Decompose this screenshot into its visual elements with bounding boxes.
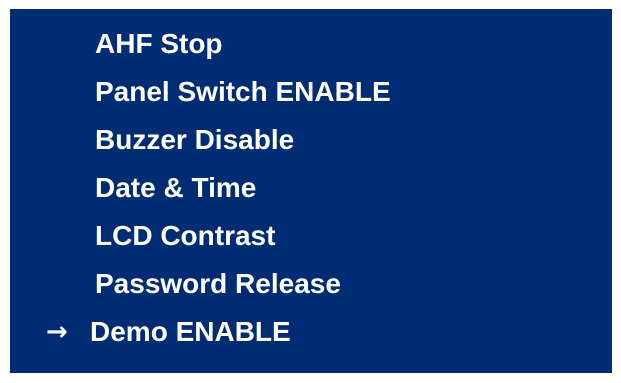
- menu-item-password-release[interactable]: Password Release: [10, 263, 612, 311]
- menu-item-label: Panel Switch ENABLE: [95, 76, 391, 107]
- lcd-menu-panel: AHF Stop Panel Switch ENABLE Buzzer Disa…: [10, 9, 612, 373]
- menu-item-lcd-contrast[interactable]: LCD Contrast: [10, 215, 612, 263]
- menu-item-panel-switch[interactable]: Panel Switch ENABLE: [10, 71, 612, 119]
- menu-item-label: AHF Stop: [95, 28, 223, 59]
- menu-item-ahf-stop[interactable]: AHF Stop: [10, 23, 612, 71]
- arrow-right-icon: →: [46, 317, 68, 347]
- menu-item-buzzer[interactable]: Buzzer Disable: [10, 119, 612, 167]
- menu-item-label: Password Release: [95, 268, 341, 299]
- menu-item-label: LCD Contrast: [95, 220, 276, 251]
- menu-item-label: Demo ENABLE: [90, 316, 291, 347]
- menu-item-label: Date & Time: [95, 172, 257, 203]
- menu-item-demo[interactable]: → Demo ENABLE: [10, 311, 612, 359]
- menu-item-label: Buzzer Disable: [95, 124, 295, 155]
- menu-item-date-time[interactable]: Date & Time: [10, 167, 612, 215]
- settings-menu: AHF Stop Panel Switch ENABLE Buzzer Disa…: [10, 23, 612, 359]
